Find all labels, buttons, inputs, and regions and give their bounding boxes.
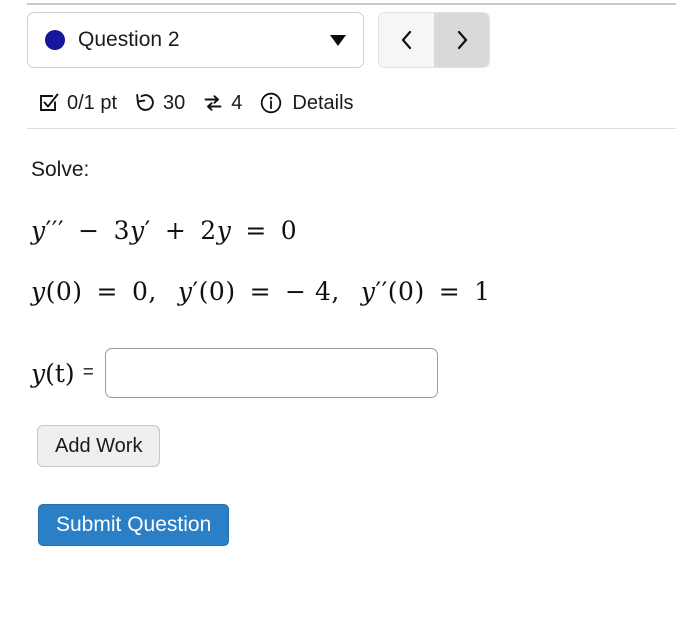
previous-question-button[interactable] [379, 13, 434, 67]
differential-equation: y′′′ −3y′ +2y = 0 [31, 216, 297, 245]
answer-row: y(t) = [31, 348, 438, 398]
chevron-right-icon [454, 29, 470, 51]
score-value: 0/1 pt [67, 91, 118, 114]
ic3-equals: = [438, 277, 461, 306]
ic3-primes: ′′ [375, 277, 388, 306]
eq1-equals: = [245, 216, 267, 245]
answer-equals-sign: = [82, 362, 94, 383]
question-nav-group [378, 12, 490, 68]
top-divider [27, 3, 676, 5]
ic1-equals: = [96, 277, 118, 306]
ic2-separator: , [331, 277, 340, 306]
time-value: 30 [163, 91, 186, 114]
submit-question-button[interactable]: Submit Question [38, 504, 230, 546]
info-circle-icon [259, 91, 283, 115]
score-stat: 0/1 pt [38, 92, 117, 115]
eq1-term1-var: y [130, 216, 145, 245]
eq1-term2-var: y [216, 216, 232, 245]
question-header: Question 2 [27, 12, 490, 68]
eq1-term2-op: + [164, 216, 187, 245]
eq1-term1-coeff: 3 [113, 216, 131, 245]
ic1-separator: , [148, 277, 157, 306]
ic3-arg: (0) [387, 277, 425, 306]
attempts-value: 4 [231, 91, 243, 114]
ic2-value: − 4 [285, 277, 332, 306]
ic1-value: 0 [132, 277, 149, 306]
eq1-term2-coeff: 2 [200, 216, 217, 245]
question-page: Question 2 0/1 pt 30 4 Details Solve: y′… [0, 0, 700, 639]
ic1-var: y [31, 277, 46, 306]
answer-input[interactable] [104, 348, 438, 398]
answer-label: y(t) [31, 359, 75, 388]
answer-label-var: y [31, 358, 46, 388]
content-divider [27, 128, 676, 129]
ic2-var: y [177, 277, 193, 306]
details-label: Details [292, 91, 354, 114]
ic1-arg: (0) [45, 277, 83, 306]
undo-rotate-icon [134, 92, 156, 114]
eq1-lhs-primes: ′′′ [45, 216, 65, 245]
eq1-lhs-var: y [31, 216, 46, 245]
time-stat: 30 [134, 92, 185, 115]
question-selector-dropdown[interactable]: Question 2 [27, 12, 364, 68]
attempts-stat: 4 [202, 92, 242, 115]
ic3-var: y [360, 277, 376, 306]
ic3-value: 1 [474, 277, 491, 306]
problem-prompt: Solve: [31, 158, 90, 181]
chevron-left-icon [399, 29, 415, 51]
initial-conditions: y(0) = 0, y′(0) = − 4, y′′(0) = 1 [31, 277, 491, 306]
answer-label-arg: (t) [45, 358, 75, 388]
question-stats-bar: 0/1 pt 30 4 Details [38, 88, 354, 118]
ic2-arg: (0) [198, 277, 236, 306]
add-work-button[interactable]: Add Work [37, 425, 161, 467]
chevron-down-icon [330, 34, 346, 46]
exchange-arrows-icon [202, 92, 224, 114]
eq1-term1-op: − [78, 216, 100, 245]
checkbox-checked-icon [38, 92, 60, 114]
next-question-button[interactable] [434, 13, 489, 67]
eq1-term1-primes: ′ [144, 216, 151, 245]
ic2-equals: = [249, 277, 272, 306]
question-status-dot-icon [45, 30, 65, 50]
eq1-rhs: 0 [280, 216, 298, 245]
details-link[interactable]: Details [259, 91, 354, 115]
question-selector-label: Question 2 [78, 28, 180, 51]
